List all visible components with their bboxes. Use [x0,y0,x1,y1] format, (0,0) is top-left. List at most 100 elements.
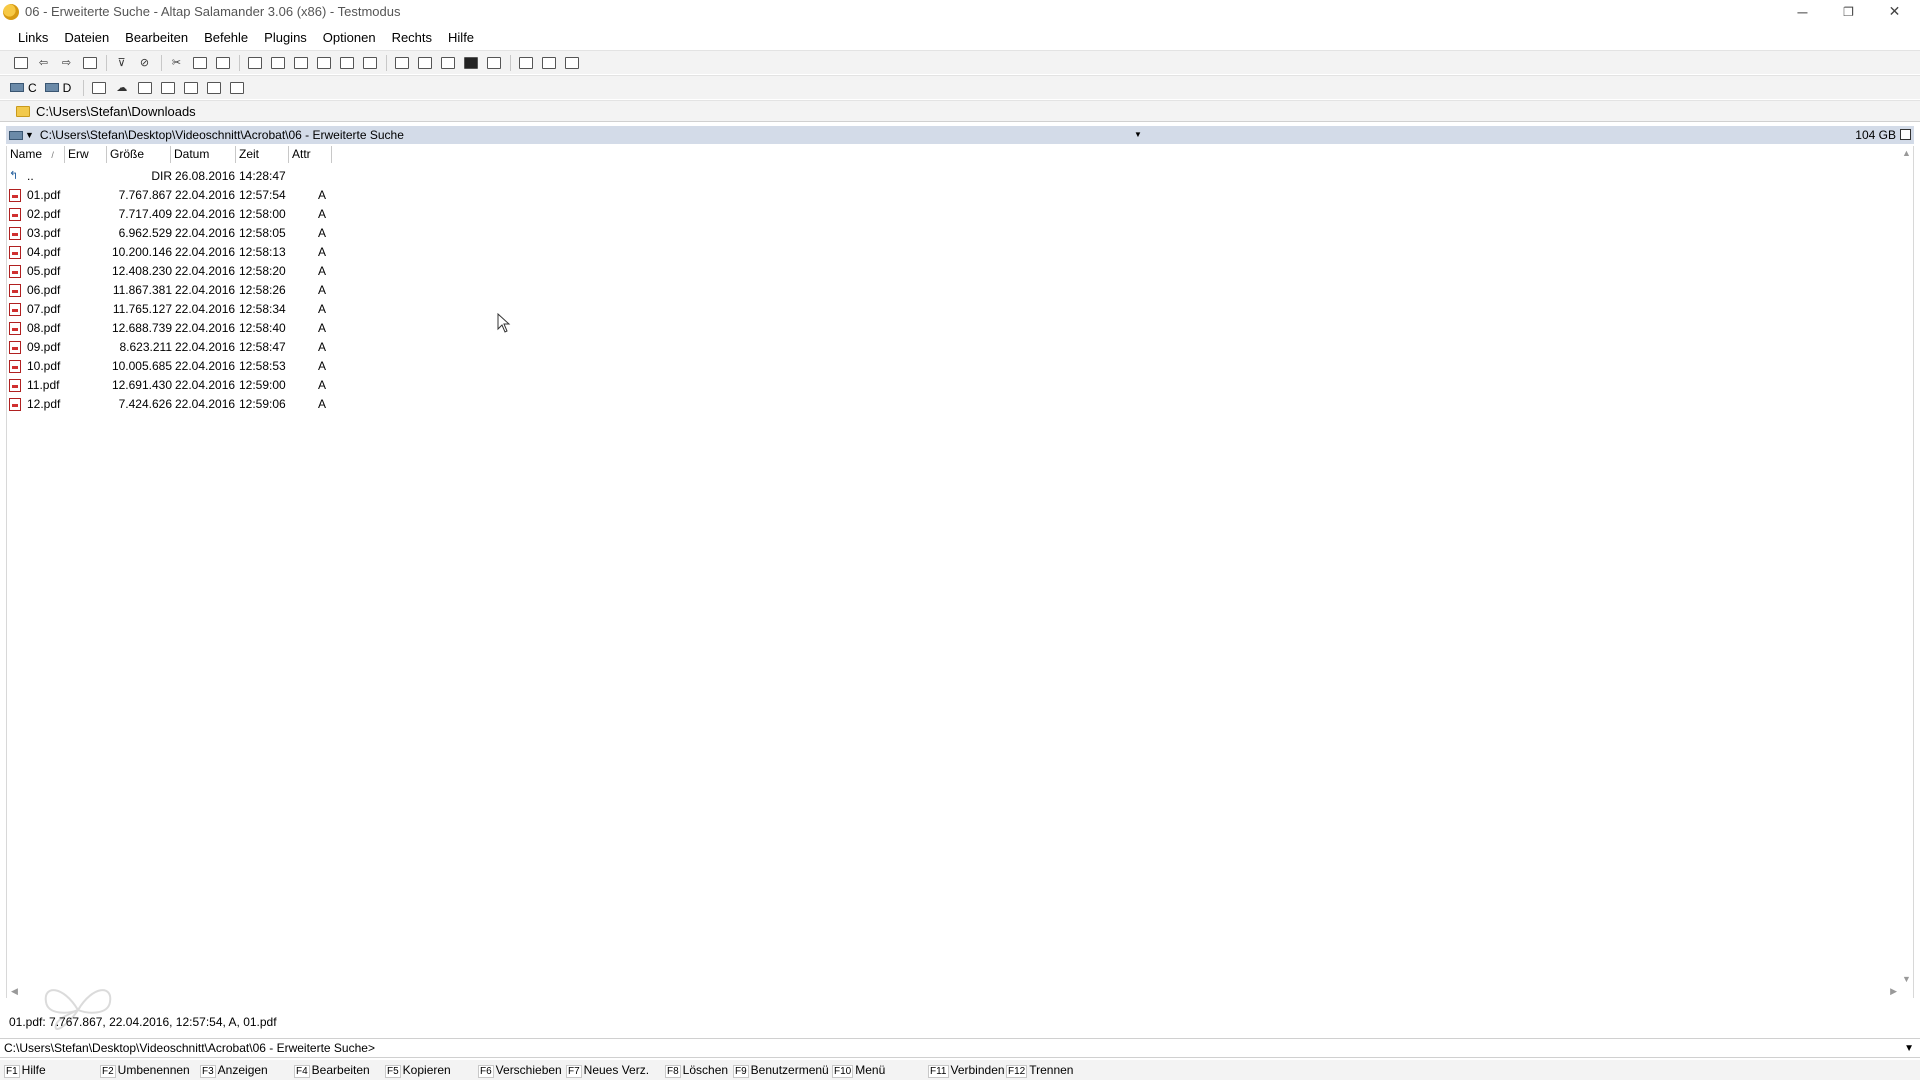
file-row[interactable]: 07.pdf 11.765.127 22.04.2016 12:58:34 A [7,300,347,319]
minimize-button[interactable]: ─ [1780,0,1825,23]
rename-icon[interactable] [313,54,334,72]
horizontal-scrollbar[interactable]: ◀ ▶ [7,984,1901,998]
salamander-app-icon [3,3,19,20]
plugin-icon[interactable] [180,79,201,97]
file-row[interactable]: 11.pdf 12.691.430 22.04.2016 12:59:00 A [7,376,347,395]
archive-icon[interactable] [157,79,178,97]
file-date: 22.04.2016 [175,245,236,259]
panel-swap-icon[interactable] [538,54,559,72]
file-row[interactable]: 03.pdf 6.962.529 22.04.2016 12:58:05 A [7,224,347,243]
restore-button[interactable]: ❐ [1826,0,1871,23]
menu-plugins[interactable]: Plugins [256,30,315,45]
file-row[interactable]: 01.pdf 7.767.867 22.04.2016 12:57:54 A [7,186,347,205]
file-date: 22.04.2016 [175,397,236,411]
col-size[interactable]: Größe [107,146,171,163]
file-row[interactable]: 09.pdf 8.623.211 22.04.2016 12:58:47 A [7,338,347,357]
col-ext[interactable]: Erw [65,146,107,163]
file-size: 6.962.529 [118,226,172,240]
file-row[interactable]: 12.pdf 7.424.626 22.04.2016 12:59:06 A [7,395,347,414]
command-line-prompt: C:\Users\Stefan\Desktop\Videoschnitt\Acr… [4,1041,375,1055]
file-row[interactable]: 08.pdf 12.688.739 22.04.2016 12:58:40 A [7,319,347,338]
fkey-f6-verschieben[interactable]: F6 Verschieben [478,1063,562,1078]
paste-icon[interactable] [212,54,233,72]
cut-icon[interactable]: ✂ [166,54,187,72]
fkey-f7-neues-verz[interactable]: F7 Neues Verz. [566,1063,649,1078]
fkey-f1-hilfe[interactable]: F1 Hilfe [4,1063,46,1078]
file-time: 12:58:20 [239,264,286,278]
close-button[interactable]: ✕ [1872,0,1917,23]
command-prompt-icon[interactable] [460,54,481,72]
fkey-f8-loeschen[interactable]: F8 Löschen [665,1063,728,1078]
delete-icon[interactable] [359,54,380,72]
drive-icon[interactable] [9,130,23,140]
file-date: 22.04.2016 [175,226,236,240]
connect-icon[interactable] [10,54,31,72]
recycle-icon[interactable] [226,79,247,97]
view-icon[interactable] [437,54,458,72]
path-history-dropdown-icon[interactable]: ▼ [1134,130,1142,139]
network-icon[interactable]: ☁ [111,79,132,97]
menu-optionen[interactable]: Optionen [315,30,384,45]
clipboard-icon[interactable] [203,79,224,97]
updir-row[interactable]: ↰ .. DIR 26.08.2016 14:28:47 [7,167,347,186]
file-row[interactable]: 10.pdf 10.005.685 22.04.2016 12:58:53 A [7,357,347,376]
zoom-panel-icon[interactable] [1900,129,1911,140]
scroll-down-icon[interactable]: ▼ [1902,974,1911,984]
change-drive-icon[interactable] [79,54,100,72]
document-icon[interactable] [88,79,109,97]
col-attr[interactable]: Attr [289,146,332,163]
col-time[interactable]: Zeit [236,146,289,163]
forward-icon[interactable]: ⇨ [56,54,77,72]
sort-indicator-icon: / [51,150,54,160]
file-row[interactable]: 06.pdf 11.867.381 22.04.2016 12:58:26 A [7,281,347,300]
fkey-f2-umbenennen[interactable]: F2 Umbenennen [100,1063,190,1078]
menu-hilfe[interactable]: Hilfe [440,30,482,45]
scroll-right-icon[interactable]: ▶ [1890,986,1897,997]
move-files-icon[interactable] [267,54,288,72]
back-icon[interactable]: ⇦ [33,54,54,72]
menu-bearbeiten[interactable]: Bearbeiten [117,30,196,45]
fkey-f10-menue[interactable]: F10 Menü [832,1063,885,1078]
file-row[interactable]: 02.pdf 7.717.409 22.04.2016 12:58:00 A [7,205,347,224]
hot-path-link[interactable]: C:\Users\Stefan\Downloads [36,104,196,119]
vertical-scrollbar[interactable]: ▲ ▼ [1899,146,1913,986]
col-name[interactable]: Name / [7,146,65,163]
menu-dateien[interactable]: Dateien [56,30,117,45]
filter-icon[interactable]: ⊽ [111,54,132,72]
fkey-f11-verbinden[interactable]: F11 Verbinden [928,1063,1005,1078]
panel-path[interactable]: C:\Users\Stefan\Desktop\Videoschnitt\Acr… [40,128,404,142]
fkey-f3-anzeigen[interactable]: F3 Anzeigen [200,1063,268,1078]
copy-icon[interactable] [189,54,210,72]
find-files-icon[interactable] [414,54,435,72]
drive-c-button[interactable]: C [10,81,37,95]
pdf-file-icon [9,208,21,221]
new-folder-icon[interactable] [290,54,311,72]
pdf-file-icon [9,227,21,240]
file-name: 06.pdf [27,283,61,297]
drive-d-button[interactable]: D [44,81,71,95]
fkey-f4-bearbeiten[interactable]: F4 Bearbeiten [294,1063,370,1078]
chevron-down-icon[interactable]: ▼ [25,130,34,140]
file-row[interactable]: 04.pdf 10.200.146 22.04.2016 12:58:13 A [7,243,347,262]
panel-right-icon[interactable] [561,54,582,72]
sort-icon[interactable] [336,54,357,72]
fkey-f12-trennen[interactable]: F12 Trennen [1006,1063,1073,1078]
fkey-f5-kopieren[interactable]: F5 Kopieren [385,1063,451,1078]
col-date[interactable]: Datum [171,146,236,163]
menu-befehle[interactable]: Befehle [196,30,256,45]
find-icon[interactable] [391,54,412,72]
menu-links[interactable]: Links [10,30,56,45]
fkey-f9-benutzermenue[interactable]: F9 Benutzermenü [733,1063,829,1078]
file-row[interactable]: 05.pdf 12.408.230 22.04.2016 12:58:20 A [7,262,347,281]
command-line[interactable]: C:\Users\Stefan\Desktop\Videoschnitt\Acr… [0,1038,1920,1058]
toolbar-separator [83,79,85,96]
ftp-icon[interactable] [134,79,155,97]
scroll-left-icon[interactable]: ◀ [11,986,18,997]
chevron-down-icon[interactable]: ▼ [1904,1039,1914,1058]
menu-rechts[interactable]: Rechts [384,30,440,45]
panel-left-icon[interactable] [515,54,536,72]
copy-files-icon[interactable] [244,54,265,72]
scroll-up-icon[interactable]: ▲ [1902,148,1911,158]
view-mode-icon[interactable] [483,54,504,72]
stop-icon[interactable]: ⊘ [134,54,155,72]
